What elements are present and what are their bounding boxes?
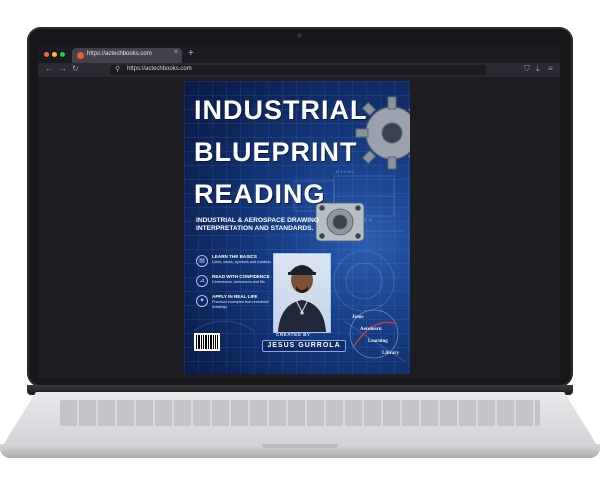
tab-title: https://actechbooks.com bbox=[87, 51, 152, 57]
feature-description: Dimensions, tolerances and fits bbox=[212, 280, 265, 284]
webcam bbox=[297, 33, 302, 38]
page-viewport: Ø 4.5 ±0.1 R 12 INDUSTRIAL BLUEPRINT REA… bbox=[38, 77, 560, 378]
url-text[interactable]: https://actechbooks.com bbox=[127, 66, 192, 72]
menu-icon[interactable]: ≡ bbox=[548, 64, 553, 73]
address-bar[interactable]: ⚲ https://actechbooks.com bbox=[110, 65, 486, 75]
book-cover[interactable]: Ø 4.5 ±0.1 R 12 INDUSTRIAL BLUEPRINT REA… bbox=[184, 81, 410, 374]
favicon-icon bbox=[77, 52, 84, 59]
barcode bbox=[194, 333, 220, 351]
feature-heading: READ WITH CONFIDENCE bbox=[212, 274, 270, 279]
window-close-dot[interactable] bbox=[44, 52, 49, 57]
laptop-screen: https://actechbooks.com × + ← → ↻ ⚲ http… bbox=[38, 45, 560, 378]
shield-icon[interactable]: ⛉ bbox=[524, 64, 530, 74]
reload-icon[interactable]: ↻ bbox=[72, 64, 79, 73]
back-arrow-icon[interactable]: ← bbox=[45, 64, 53, 73]
barcode-bars bbox=[196, 335, 218, 349]
author-portrait bbox=[278, 265, 326, 332]
laptop-open-notch bbox=[262, 444, 338, 448]
browser-nav-bar: ← → ↻ ⚲ https://actechbooks.com ⛉ ⤓ ≡ bbox=[38, 63, 560, 77]
new-tab-button[interactable]: + bbox=[188, 48, 194, 59]
cover-title-line2: BLUEPRINT bbox=[194, 137, 358, 167]
publisher-word: Aerolearn bbox=[360, 327, 382, 332]
forward-arrow-icon[interactable]: → bbox=[59, 64, 67, 73]
window-zoom-dot[interactable] bbox=[60, 52, 65, 57]
publisher-word: Jesus bbox=[352, 315, 364, 320]
created-by-label: CREATED BY bbox=[276, 332, 311, 337]
browser-tab[interactable]: https://actechbooks.com × bbox=[72, 48, 182, 63]
browser-tab-bar: https://actechbooks.com × + bbox=[38, 45, 560, 63]
wrench-icon: ✦ bbox=[196, 295, 208, 307]
publisher-word: Learning bbox=[368, 339, 388, 344]
window-minimize-dot[interactable] bbox=[52, 52, 57, 57]
download-icon[interactable]: ⤓ bbox=[536, 64, 540, 74]
author-name: JESUS GURROLA bbox=[262, 340, 346, 352]
feature-description: Lines, views, symbols and notation bbox=[212, 260, 271, 264]
cover-subtitle: INDUSTRIAL & AEROSPACE DRAWING INTERPRET… bbox=[196, 217, 319, 232]
cover-title-line3: READING bbox=[194, 179, 326, 209]
author-photo bbox=[273, 253, 331, 333]
cover-title-line1: INDUSTRIAL bbox=[194, 95, 368, 125]
feature-description: Practical examples from industrial drawi… bbox=[212, 300, 269, 309]
tab-close-icon[interactable]: × bbox=[174, 49, 178, 56]
book-icon: ▤ bbox=[196, 255, 208, 267]
search-icon: ⚲ bbox=[115, 66, 121, 73]
feature-heading: LEARN THE BASICS bbox=[212, 254, 257, 259]
laptop-keyboard bbox=[60, 400, 540, 426]
publisher-word: Library bbox=[382, 351, 399, 356]
ruler-icon: ⊿ bbox=[196, 275, 208, 287]
feature-heading: APPLY IN REAL LIFE bbox=[212, 294, 258, 299]
